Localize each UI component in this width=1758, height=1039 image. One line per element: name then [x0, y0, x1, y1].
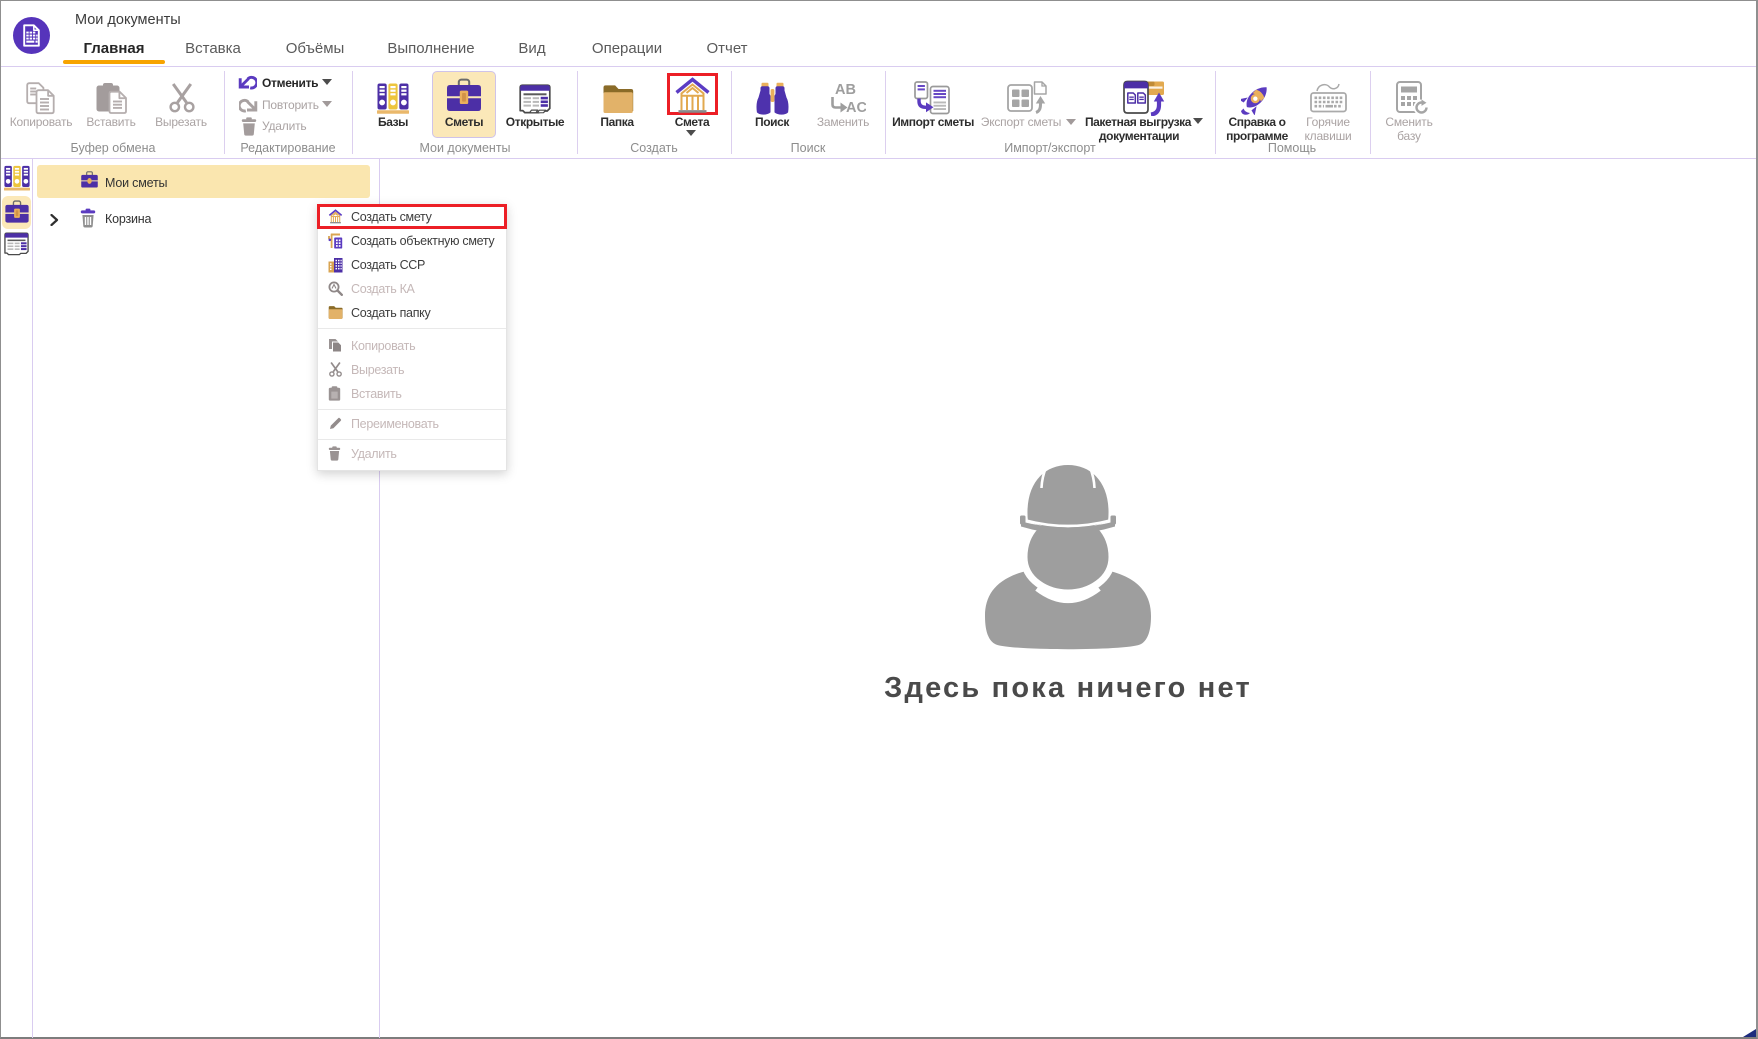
svg-text:AC: AC: [846, 100, 866, 116]
svg-text:AB: AB: [835, 82, 856, 98]
